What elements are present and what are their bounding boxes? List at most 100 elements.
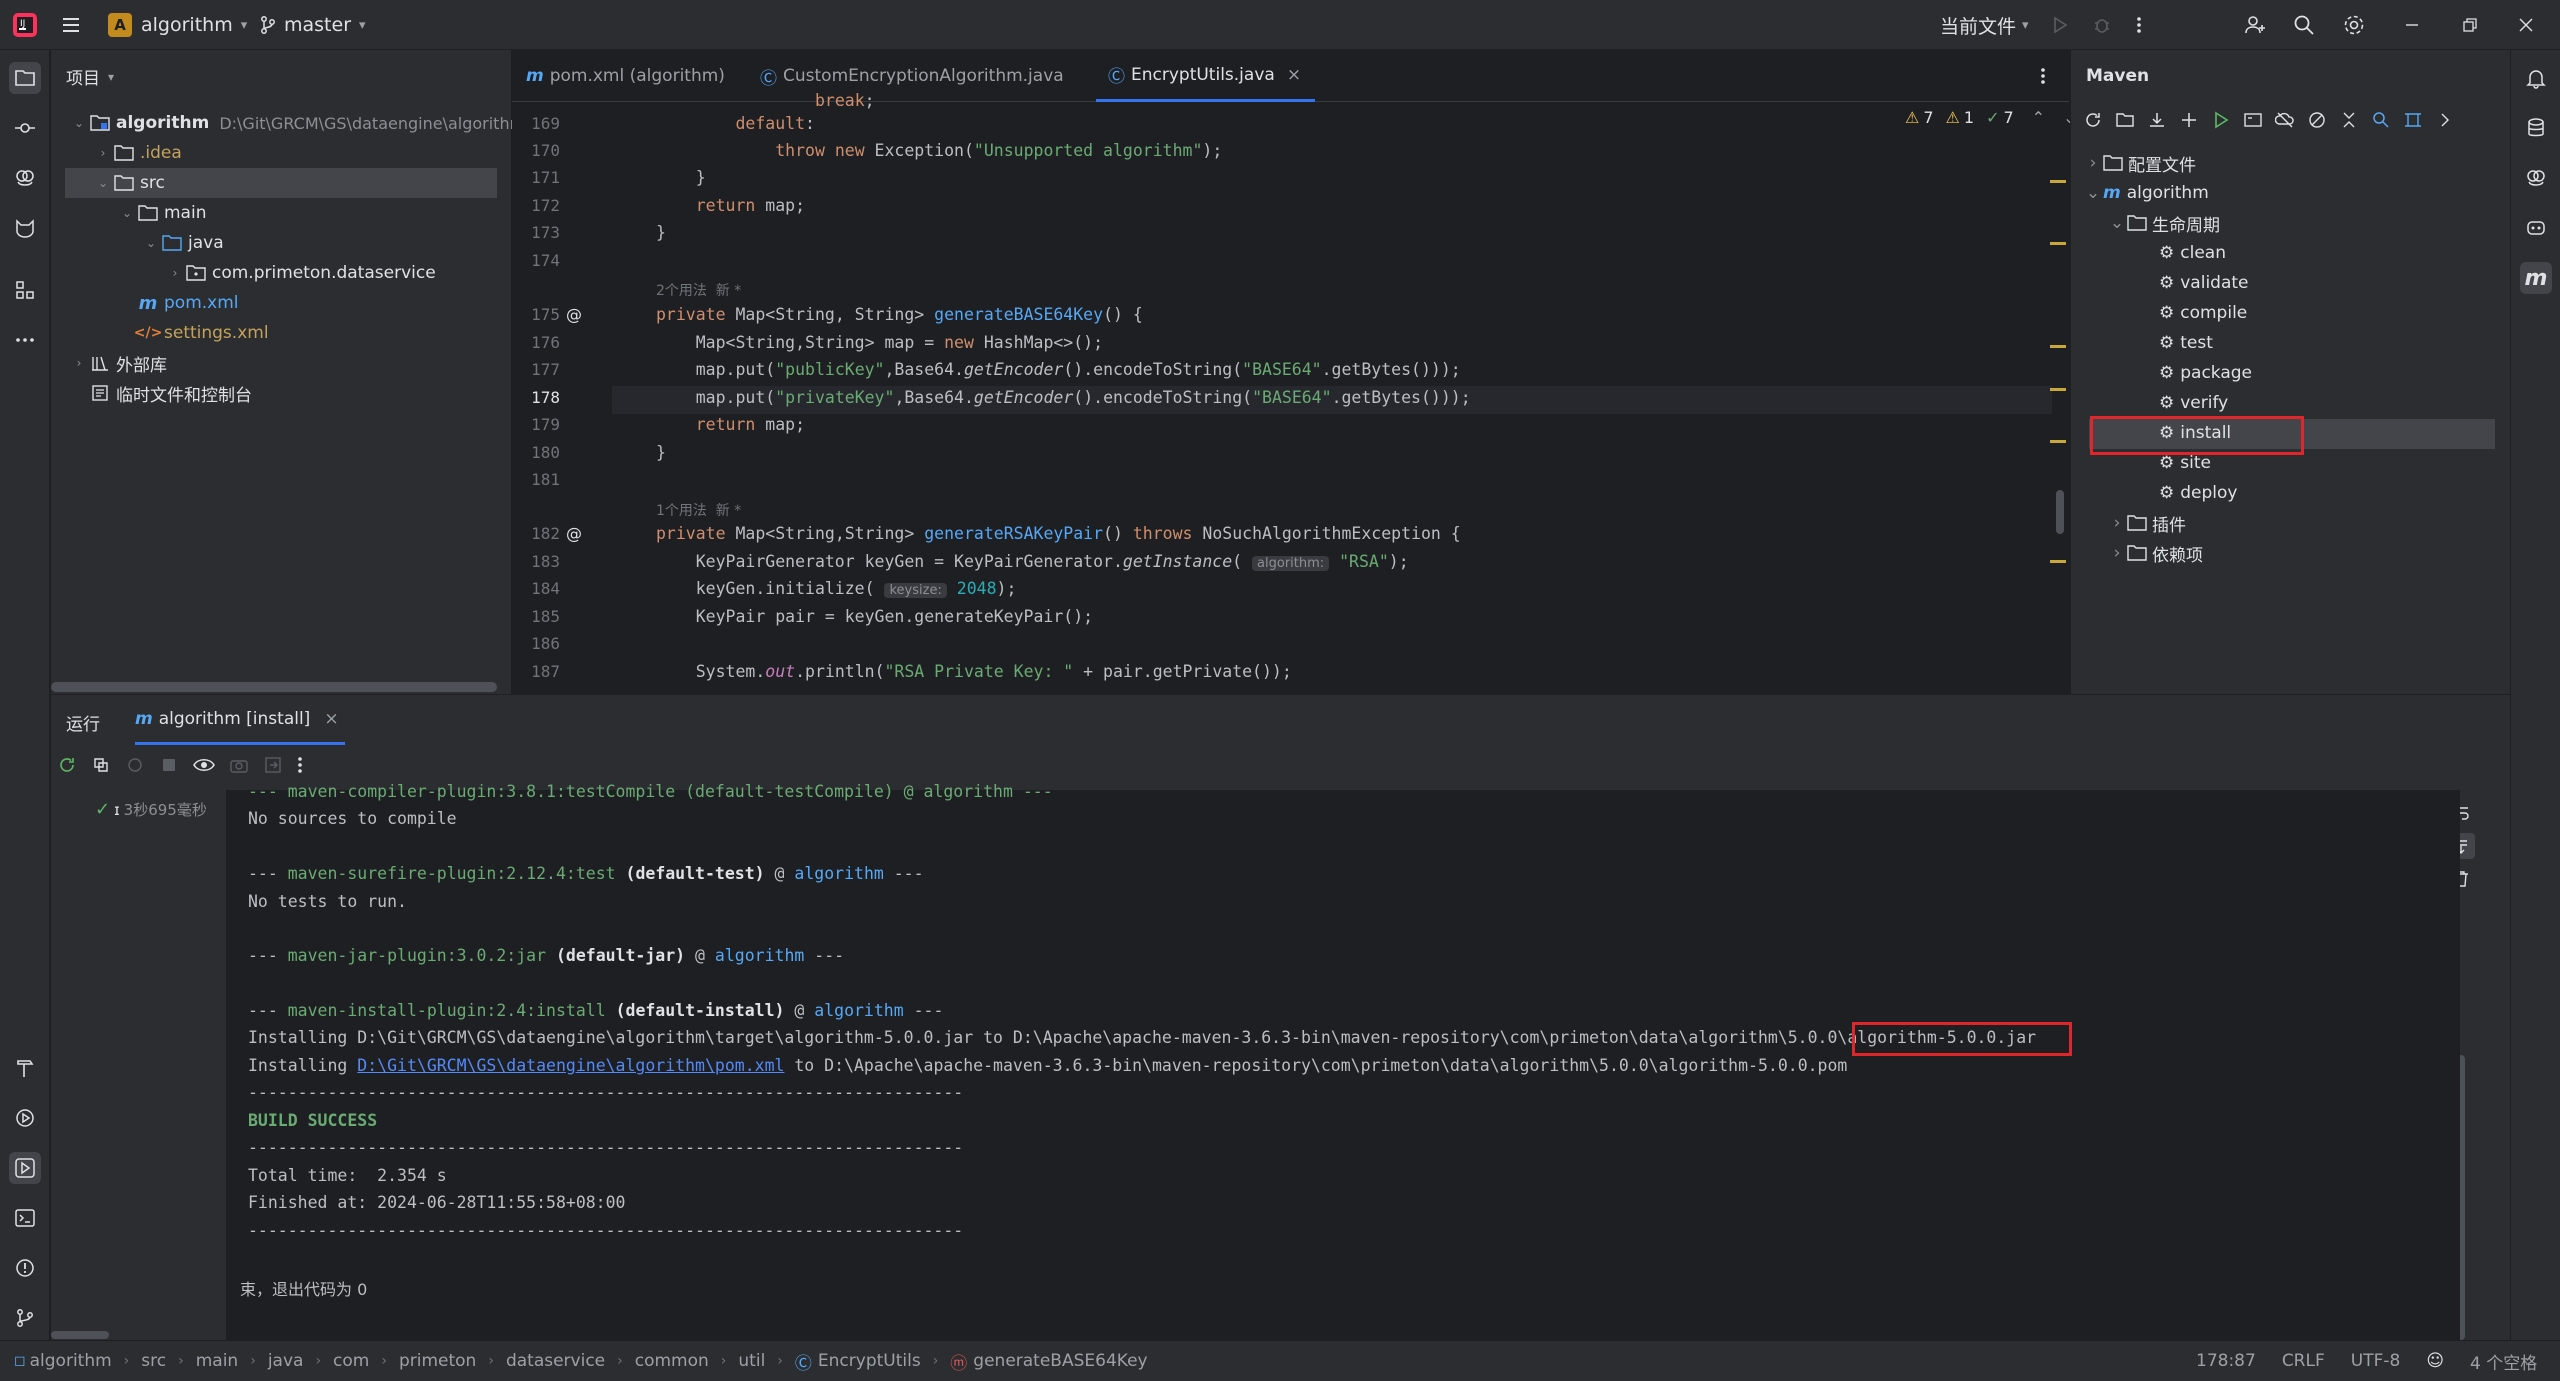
more-vertical-icon[interactable] — [297, 755, 303, 775]
project-switcher[interactable]: A algorithm ▾ — [108, 0, 247, 50]
database-icon[interactable] — [2520, 112, 2552, 144]
terminal-icon[interactable] — [9, 1202, 41, 1234]
lifecycle-test[interactable]: ⚙ test — [2159, 328, 2213, 358]
breadcrumb-item[interactable]: java — [268, 1351, 304, 1371]
cat-plugin-icon[interactable] — [9, 212, 41, 244]
usage-hint[interactable]: 1个用法 新 * — [656, 500, 741, 520]
run-icon[interactable] — [2050, 0, 2070, 50]
commit-icon[interactable] — [9, 112, 41, 144]
code-line[interactable]: Map<String,String> map = new HashMap<>()… — [656, 333, 1103, 352]
camera-icon[interactable] — [229, 755, 249, 775]
add-user-icon[interactable] — [2243, 0, 2267, 50]
code-line[interactable]: throw new Exception("Unsupported algorit… — [656, 141, 1222, 160]
tree-item-algorithm[interactable]: ⌄ algorithm D:\Git\GRCM\GS\dataengine\al… — [69, 108, 525, 138]
lifecycle-clean[interactable]: ⚙ clean — [2159, 238, 2226, 268]
code-line[interactable]: private Map<String,String> generateRSAKe… — [656, 524, 1461, 543]
run-tree-scrollbar[interactable] — [51, 1331, 109, 1339]
breadcrumb-item[interactable]: primeton — [399, 1351, 476, 1371]
warning-marker[interactable] — [2050, 345, 2066, 348]
branch-switcher[interactable]: master ▾ — [258, 0, 366, 50]
code-line[interactable]: } — [656, 168, 706, 187]
reload-folder-icon[interactable] — [2115, 110, 2135, 130]
usage-hint[interactable]: 2个用法 新 * — [656, 280, 741, 300]
breadcrumb-item[interactable]: util — [738, 1351, 765, 1371]
tree-item-main[interactable]: ⌄ main — [117, 198, 207, 228]
chevron-right-icon[interactable] — [2435, 110, 2455, 130]
analyze-dependencies-icon[interactable] — [2371, 110, 2391, 130]
project-panel-header[interactable]: 项目 ▾ — [66, 64, 114, 89]
code-line[interactable]: return map; — [656, 196, 805, 215]
app-logo-icon[interactable]: IJ — [12, 0, 38, 50]
lifecycle-validate[interactable]: ⚙ validate — [2159, 268, 2249, 298]
code-line[interactable]: keyGen.initialize( keysize: 2048); — [656, 579, 1016, 598]
search-icon[interactable] — [2292, 0, 2316, 50]
build-hammer-icon[interactable] — [9, 1052, 41, 1084]
tree-item-external-libs[interactable]: › 外部库 — [69, 348, 167, 378]
show-diagram-icon[interactable] — [2403, 110, 2423, 130]
minimize-icon[interactable] — [2404, 0, 2420, 50]
notifications-bell-icon[interactable] — [2520, 62, 2552, 94]
reload-icon[interactable] — [2083, 110, 2103, 130]
breadcrumb-item[interactable]: src — [141, 1351, 166, 1371]
code-line[interactable]: System.out.println("RSA Private Key: " +… — [656, 662, 1292, 681]
copilot-chat-icon[interactable] — [2520, 212, 2552, 244]
warning-marker[interactable] — [2050, 388, 2066, 391]
toggle-auto-test-icon[interactable] — [125, 755, 145, 775]
maven-tool-icon[interactable]: m — [2520, 262, 2552, 294]
close-icon[interactable] — [2518, 0, 2534, 50]
code-line[interactable]: KeyPairGenerator keyGen = KeyPairGenerat… — [656, 552, 1409, 571]
breadcrumb-item[interactable]: common — [635, 1351, 709, 1371]
tree-item-java[interactable]: ⌄ java — [141, 228, 224, 258]
code-line[interactable]: break; — [656, 91, 875, 110]
code-line[interactable]: map.put("publicKey",Base64.getEncoder().… — [656, 360, 1461, 379]
structure-icon[interactable] — [9, 274, 41, 306]
more-horizontal-icon[interactable] — [9, 324, 41, 356]
tab-run-config[interactable]: m algorithm [install] × — [135, 695, 345, 745]
tree-item-settings[interactable]: </> settings.xml — [134, 318, 269, 348]
maven-item-algorithm[interactable]: ⌄ m algorithm — [2083, 178, 2209, 208]
indent-setting[interactable]: 4 个空格 — [2470, 1349, 2537, 1374]
breadcrumb-item[interactable]: algorithm — [30, 1351, 112, 1371]
copilot-icon[interactable] — [9, 162, 41, 194]
rerun-icon[interactable] — [57, 755, 77, 775]
download-icon[interactable] — [2147, 110, 2167, 130]
tree-item-src[interactable]: ⌄ src — [93, 168, 165, 198]
tab-encrypt-utils[interactable]: Ⓒ EncryptUtils.java × — [1096, 50, 1316, 102]
tree-item-package[interactable]: › com.primeton.dataservice — [165, 258, 436, 288]
pom-file-link[interactable]: D:\Git\GRCM\GS\dataengine\algorithm\pom.… — [357, 1056, 784, 1075]
inspection-widget[interactable]: ⚠7 ⚠1 ✓7 ⌃ ⌄ — [1905, 108, 2076, 127]
file-encoding[interactable]: UTF-8 — [2351, 1351, 2401, 1371]
problems-icon[interactable] — [9, 1252, 41, 1284]
gear-icon[interactable] — [2342, 0, 2366, 50]
override-marker-icon[interactable]: @ — [566, 524, 582, 543]
lifecycle-verify[interactable]: ⚙ verify — [2159, 388, 2228, 418]
rerun-failed-icon[interactable] — [91, 755, 111, 775]
services-icon[interactable] — [9, 1102, 41, 1134]
tree-item-pom[interactable]: m pom.xml — [137, 288, 239, 318]
lifecycle-deploy[interactable]: ⚙ deploy — [2159, 478, 2237, 508]
tree-item-idea[interactable]: › .idea — [93, 138, 182, 168]
warning-marker[interactable] — [2050, 180, 2066, 183]
project-tool-folder-icon[interactable] — [9, 62, 41, 94]
horizontal-scrollbar[interactable] — [51, 682, 497, 692]
breadcrumb-item[interactable]: generateBASE64Key — [973, 1351, 1147, 1371]
code-line[interactable]: } — [656, 223, 666, 242]
run-maven-icon[interactable] — [2211, 110, 2231, 130]
code-line[interactable]: default: — [656, 114, 814, 133]
collapse-all-icon[interactable] — [2339, 110, 2359, 130]
git-icon[interactable] — [9, 1302, 41, 1334]
ai-assistant-icon[interactable] — [2520, 162, 2552, 194]
execute-goal-icon[interactable] — [2243, 110, 2263, 130]
lifecycle-package[interactable]: ⚙ package — [2159, 358, 2252, 388]
caret-position[interactable]: 178:87 — [2196, 1351, 2256, 1371]
warning-marker[interactable] — [2050, 560, 2066, 563]
stop-icon[interactable] — [159, 755, 179, 775]
copilot-status-icon[interactable]: ☺ — [2426, 1351, 2444, 1371]
code-line[interactable]: } — [656, 443, 666, 462]
breadcrumb-item[interactable]: EncryptUtils — [818, 1351, 921, 1371]
export-icon[interactable] — [263, 755, 283, 775]
add-icon[interactable] — [2179, 110, 2199, 130]
offline-mode-icon[interactable] — [2275, 110, 2295, 130]
code-line[interactable]: private Map<String, String> generateBASE… — [656, 305, 1143, 324]
maven-item-profiles[interactable]: › 配置文件 — [2083, 148, 2196, 178]
